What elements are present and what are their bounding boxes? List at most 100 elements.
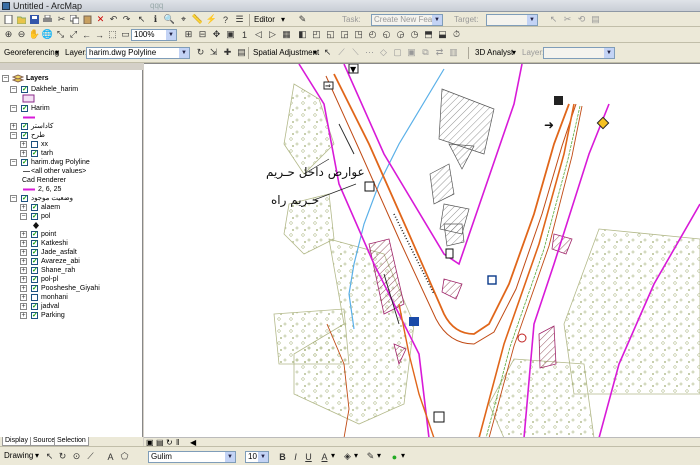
attribute-transfer-icon[interactable]: ⇄ [433, 46, 446, 59]
rotate-tool-icon[interactable]: ↻ [194, 46, 207, 59]
toc-layer-row[interactable] [0, 113, 142, 122]
toc-layer-row[interactable]: + jadval [0, 302, 142, 311]
line-tool-icon[interactable]: ⟋ [84, 450, 97, 463]
marker-color-icon[interactable]: ● [388, 450, 401, 463]
layer-visibility-checkbox[interactable] [21, 123, 28, 130]
zoom-scale-dropdown[interactable]: 100% ▼ [131, 29, 177, 41]
toc-layer-row[interactable]: Cad Renderer [0, 176, 142, 185]
focus-frame-icon[interactable]: ◰ [310, 28, 323, 41]
spatial-adjustment-arrow[interactable]: ▾ [313, 48, 317, 57]
georef-layer-dropdown[interactable]: harim.dwg Polyline ▼ [86, 47, 190, 59]
layer-visibility-checkbox[interactable] [21, 86, 28, 93]
change-layout-icon[interactable]: ◱ [324, 28, 337, 41]
expand-icon[interactable]: + [20, 240, 27, 247]
collapse-layers-icon[interactable]: − [2, 75, 9, 82]
sketch-tool-icon[interactable]: ✎ [296, 13, 309, 26]
page-pan-icon[interactable]: ✥ [210, 28, 223, 41]
split-icon[interactable]: ✂ [561, 13, 574, 26]
new-document-icon[interactable] [2, 13, 15, 26]
map-canvas[interactable]: ▼ ⇒ ➜ عوارض داخل حـریم حـریم راه [144, 64, 700, 437]
editor-menu-arrow[interactable]: ▾ [281, 15, 285, 24]
cut-icon[interactable]: ✂ [55, 13, 68, 26]
drawing-menu[interactable]: Drawing [4, 451, 33, 460]
pan-icon[interactable]: ✋ [28, 28, 41, 41]
toc-layer-row[interactable]: − Dakhele_harim [0, 85, 142, 94]
overview-icon[interactable]: ◶ [394, 28, 407, 41]
next-extent-page-icon[interactable]: ▷ [266, 28, 279, 41]
layout-icon[interactable]: ▦ [280, 28, 293, 41]
zoom-in-icon[interactable]: ⊕ [2, 28, 15, 41]
multiple-link-icon[interactable]: ⋯ [363, 46, 376, 59]
expand-icon[interactable]: + [20, 249, 27, 256]
zoom-to-selected-icon[interactable]: ⊙ [70, 450, 83, 463]
toc-layer-row[interactable] [0, 94, 142, 103]
georeferencing-menu[interactable]: Georeferencing [4, 48, 59, 57]
swipe-icon[interactable]: ◴ [366, 28, 379, 41]
fill-color-icon[interactable]: ◈ [341, 450, 354, 463]
modify-link-icon[interactable]: ⟍ [349, 46, 362, 59]
edit-tool-icon[interactable]: ↖ [547, 13, 560, 26]
layer-visibility-checkbox[interactable] [31, 267, 38, 274]
time-slider-icon[interactable]: ⏱ [450, 28, 463, 41]
collapse-icon[interactable]: − [10, 159, 17, 166]
3d-analyst-menu[interactable]: 3D Analyst [475, 48, 513, 57]
text-tool-icon[interactable]: A [104, 450, 117, 463]
select-elements-adjust-icon[interactable]: ↖ [321, 46, 334, 59]
view-link-table-icon[interactable]: ▤ [235, 46, 248, 59]
zoom-whole-page-icon[interactable]: ▣ [224, 28, 237, 41]
zoom-page-in-icon[interactable]: ⊞ [182, 28, 195, 41]
layer-visibility-checkbox[interactable] [21, 159, 28, 166]
expand-icon[interactable]: + [20, 231, 27, 238]
redo-icon[interactable]: ↷ [120, 13, 133, 26]
underline-button[interactable]: U [302, 450, 315, 463]
layer-visibility-checkbox[interactable] [21, 105, 28, 112]
expand-icon[interactable]: + [20, 276, 27, 283]
layer-visibility-checkbox[interactable] [31, 258, 38, 265]
go-to-xy-icon[interactable]: ⌖ [177, 13, 190, 26]
fixed-zoom-out-icon[interactable]: ⤢ [67, 28, 80, 41]
toc-layer-row[interactable]: + Parking [0, 311, 142, 320]
copy-icon[interactable] [68, 13, 81, 26]
expand-icon[interactable]: + [20, 204, 27, 211]
find-icon[interactable]: 🔍 [163, 13, 176, 26]
paste-icon[interactable] [81, 13, 94, 26]
select-features-icon[interactable]: ⬚ [106, 28, 119, 41]
layer-visibility-checkbox[interactable] [31, 141, 38, 148]
toc-layer-row[interactable]: + Jade_asfalt [0, 248, 142, 257]
toc-layer-row[interactable]: 2, 6, 25 [0, 185, 142, 194]
open-folder-icon[interactable] [15, 13, 28, 26]
view-link-table-adjust-icon[interactable]: ▥ [447, 46, 460, 59]
toc-layer-row[interactable]: − pol [0, 212, 142, 221]
select-elements-icon[interactable]: ↖ [135, 13, 148, 26]
toc-layer-row[interactable]: + Poosheshe_Giyahi [0, 284, 142, 293]
toc-layer-row[interactable]: − طرح [0, 131, 142, 140]
toc-layer-row[interactable]: + Shane_rah [0, 266, 142, 275]
layer-visibility-checkbox[interactable] [21, 195, 28, 202]
layer-visibility-checkbox[interactable] [31, 312, 38, 319]
identify-icon[interactable]: ℹ [149, 13, 162, 26]
bold-button[interactable]: B [276, 450, 289, 463]
hyperlink-icon[interactable]: ⚡ [205, 13, 218, 26]
toc-layer-row[interactable]: + pol-pl [0, 275, 142, 284]
font-dropdown[interactable]: Gulim ▼ [148, 451, 236, 463]
layer-visibility-checkbox[interactable] [31, 285, 38, 292]
rotate-icon[interactable]: ⟲ [575, 13, 588, 26]
expand-icon[interactable]: + [20, 294, 27, 301]
full-extent-icon[interactable]: 🌐 [41, 28, 54, 41]
viewer-icon[interactable]: ⬒ [422, 28, 435, 41]
expand-icon[interactable]: + [10, 123, 17, 130]
font-color-icon[interactable]: A [318, 450, 331, 463]
toc-layer-row[interactable]: − harim.dwg Polyline [0, 158, 142, 167]
expand-icon[interactable]: + [20, 303, 27, 310]
drawing-menu-arrow[interactable]: ▾ [35, 451, 39, 460]
font-size-dropdown[interactable]: 10 ▼ [245, 451, 269, 463]
back-extent-icon[interactable]: ← [80, 28, 93, 41]
toc-layer-row[interactable]: + alaem [0, 203, 142, 212]
toc-layer-row[interactable]: <all other values> [0, 167, 142, 176]
toc-layer-row[interactable]: + tarh [0, 149, 142, 158]
expand-icon[interactable]: + [20, 258, 27, 265]
layer-visibility-checkbox[interactable] [31, 303, 38, 310]
tab-selection[interactable]: Selection [54, 437, 89, 446]
fill-color-arrow[interactable]: ▾ [354, 451, 358, 460]
rotate-draw-icon[interactable]: ↻ [56, 450, 69, 463]
